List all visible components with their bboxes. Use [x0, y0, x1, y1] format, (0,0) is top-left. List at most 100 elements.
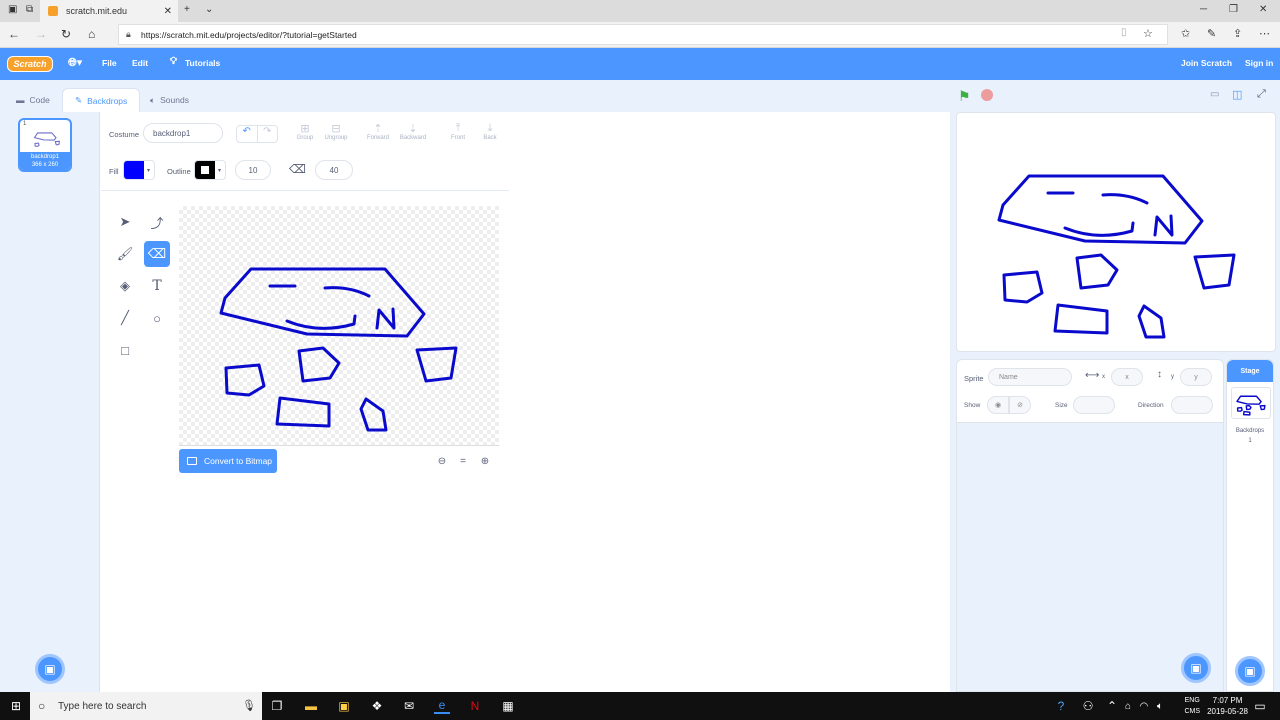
costume-name-input[interactable]: backdrop1 — [143, 123, 223, 143]
network-icon[interactable]: ⌂ — [1120, 698, 1136, 714]
close-tab-icon[interactable]: ✕ — [164, 6, 172, 17]
taskbar-search-box[interactable]: ○ Type here to search 🎙︎ — [30, 692, 262, 720]
circle-tool[interactable]: ○ — [144, 305, 170, 331]
edge-browser-icon[interactable]: e — [434, 698, 450, 714]
edit-menu[interactable]: Edit — [132, 58, 148, 68]
redo-icon[interactable]: ↷ — [256, 126, 278, 142]
people-icon[interactable]: ⚇ — [1080, 698, 1096, 714]
volume-icon[interactable]: 🔈︎ — [1152, 698, 1168, 714]
chevron-down-icon[interactable]: ⌄ — [205, 4, 213, 15]
brush-tool[interactable]: 🖌︎ — [112, 241, 138, 267]
backdrop-size: 366 x 260 — [31, 162, 59, 168]
help-icon[interactable]: ? — [1053, 698, 1069, 714]
x-input[interactable]: x — [1111, 368, 1143, 386]
zoom-out-button[interactable]: ⊖ — [433, 452, 451, 470]
tab-actions-icon[interactable]: ▣ — [8, 4, 17, 15]
zoom-in-button[interactable]: ⊕ — [476, 452, 494, 470]
direction-input[interactable] — [1171, 396, 1213, 414]
microphone-icon[interactable]: 🎙︎ — [242, 699, 256, 712]
convert-to-bitmap-button[interactable]: Convert to Bitmap — [179, 449, 277, 473]
favorite-star-icon[interactable]: ☆ — [1143, 27, 1153, 40]
scratch-logo[interactable]: Scratch — [7, 56, 53, 72]
back-button[interactable]: ⤓ Back — [479, 122, 501, 141]
home-icon[interactable]: ⌂ — [88, 27, 95, 41]
line-tool[interactable]: ╱ — [112, 305, 138, 331]
language-globe-icon[interactable]: 🌐︎▾ — [68, 56, 82, 70]
y-input[interactable]: y — [1180, 368, 1212, 386]
outline-width-input[interactable]: 10 — [235, 160, 271, 180]
dropbox-icon[interactable]: ❖ — [369, 698, 385, 714]
choose-backdrop-button[interactable]: ▣ — [35, 654, 65, 684]
stage-thumbnail[interactable] — [1231, 387, 1271, 419]
minimize-icon[interactable]: ─ — [1200, 4, 1207, 15]
join-scratch-link[interactable]: Join Scratch — [1181, 58, 1232, 68]
pen-notes-icon[interactable]: ✎ — [1207, 27, 1216, 40]
forward-arrow-icon[interactable]: → — [35, 27, 47, 41]
app-window-icon[interactable]: ▦ — [500, 698, 516, 714]
sign-in-link[interactable]: Sign in — [1245, 58, 1273, 68]
new-tab-icon[interactable]: + — [184, 4, 190, 15]
fullscreen-icon[interactable]: ⤢ — [1257, 88, 1266, 101]
text-tool[interactable]: T — [144, 273, 170, 299]
small-stage-icon[interactable]: ▭ — [1210, 89, 1219, 100]
show-hidden-toggle[interactable]: ⊘ — [1009, 396, 1031, 414]
front-button[interactable]: ⤒ Front — [447, 122, 469, 141]
forward-button[interactable]: ⇡ Forward — [365, 122, 391, 141]
url-field[interactable]: 🔒︎ https://scratch.mit.edu/projects/edit… — [118, 24, 1168, 45]
stop-icon[interactable] — [981, 89, 993, 101]
undo-icon[interactable]: ↶ — [237, 126, 257, 142]
file-explorer-icon[interactable]: ▬ — [303, 698, 319, 714]
notifications-icon[interactable]: ▭ — [1252, 698, 1268, 714]
close-window-icon[interactable]: ✕ — [1259, 4, 1267, 15]
favorites-hub-icon[interactable]: ✩ — [1181, 27, 1190, 40]
fill-color-picker[interactable]: ▾ — [123, 160, 155, 180]
share-icon[interactable]: ⇪ — [1233, 27, 1242, 40]
backward-button[interactable]: ⇣ Backward — [397, 122, 429, 141]
task-view-icon[interactable]: ❐ — [269, 698, 285, 714]
eraser-size-input[interactable]: 40 — [315, 160, 353, 180]
chevron-up-icon[interactable]: ⌃ — [1104, 698, 1120, 714]
more-icon[interactable]: ⋯ — [1259, 27, 1270, 40]
eraser-size-value: 40 — [329, 165, 339, 175]
reading-view-icon[interactable]: ▯ — [1121, 27, 1127, 38]
outline-color-picker[interactable]: ▾ — [194, 160, 226, 180]
group-button[interactable]: ⊞ Group — [293, 122, 317, 141]
choose-stage-backdrop-button[interactable]: ▣ — [1235, 656, 1265, 686]
back-arrow-icon[interactable]: ← — [8, 27, 20, 41]
tab-backdrops[interactable]: ✎ Backdrops — [62, 88, 141, 112]
stage-selector[interactable]: Stage Backdrops 1 ▣ — [1226, 359, 1274, 692]
paint-canvas[interactable] — [179, 206, 499, 446]
backdrop-number: 1 — [23, 121, 27, 127]
rectangle-tool[interactable]: □ — [112, 337, 138, 363]
eraser-tool[interactable]: ⌫ — [144, 241, 170, 267]
backdrop-thumbnail[interactable]: 1 backdrop1 366 x 260 — [18, 118, 72, 172]
netflix-icon[interactable]: N — [467, 698, 483, 714]
restore-icon[interactable]: ❐ — [1229, 4, 1238, 15]
size-input[interactable] — [1073, 396, 1115, 414]
tab-sounds[interactable]: 🔈︎ Sounds — [138, 88, 201, 112]
mail-icon[interactable]: ✉ — [401, 698, 417, 714]
select-tool[interactable]: ➤ — [112, 209, 138, 235]
sprite-name-input[interactable]: Name — [988, 368, 1072, 386]
taskbar-clock[interactable]: 7:07 PM 2019-05-28 — [1207, 695, 1248, 717]
ungroup-icon: ⊟ — [331, 123, 341, 135]
file-menu[interactable]: File — [102, 58, 117, 68]
input-language-indicator[interactable]: ENG CMS — [1184, 695, 1200, 717]
zoom-reset-button[interactable]: = — [454, 452, 472, 470]
stage-canvas[interactable] — [956, 112, 1276, 352]
green-flag-icon[interactable]: ⚑ — [958, 88, 971, 105]
set-aside-tabs-icon[interactable]: ⧉ — [26, 4, 33, 15]
windows-start-icon[interactable]: ⊞ — [8, 698, 24, 714]
large-stage-icon[interactable]: ◫ — [1232, 88, 1242, 101]
browser-tab[interactable]: scratch.mit.edu ✕ — [40, 0, 178, 22]
fill-tool[interactable]: ◈ — [112, 273, 138, 299]
ungroup-button[interactable]: ⊟ Ungroup — [323, 122, 349, 141]
store-icon[interactable]: ▣ — [336, 698, 352, 714]
reshape-tool[interactable]: ⤴ — [144, 209, 170, 235]
choose-sprite-button[interactable]: ▣ — [1181, 653, 1211, 683]
refresh-icon[interactable]: ↻ — [61, 27, 71, 41]
wifi-icon[interactable]: ◠ — [1136, 698, 1152, 714]
tutorials-menu[interactable]: Tutorials — [185, 58, 220, 68]
show-visible-toggle[interactable]: ◉ — [987, 396, 1009, 414]
tab-code[interactable]: ▬ Code — [4, 88, 62, 112]
